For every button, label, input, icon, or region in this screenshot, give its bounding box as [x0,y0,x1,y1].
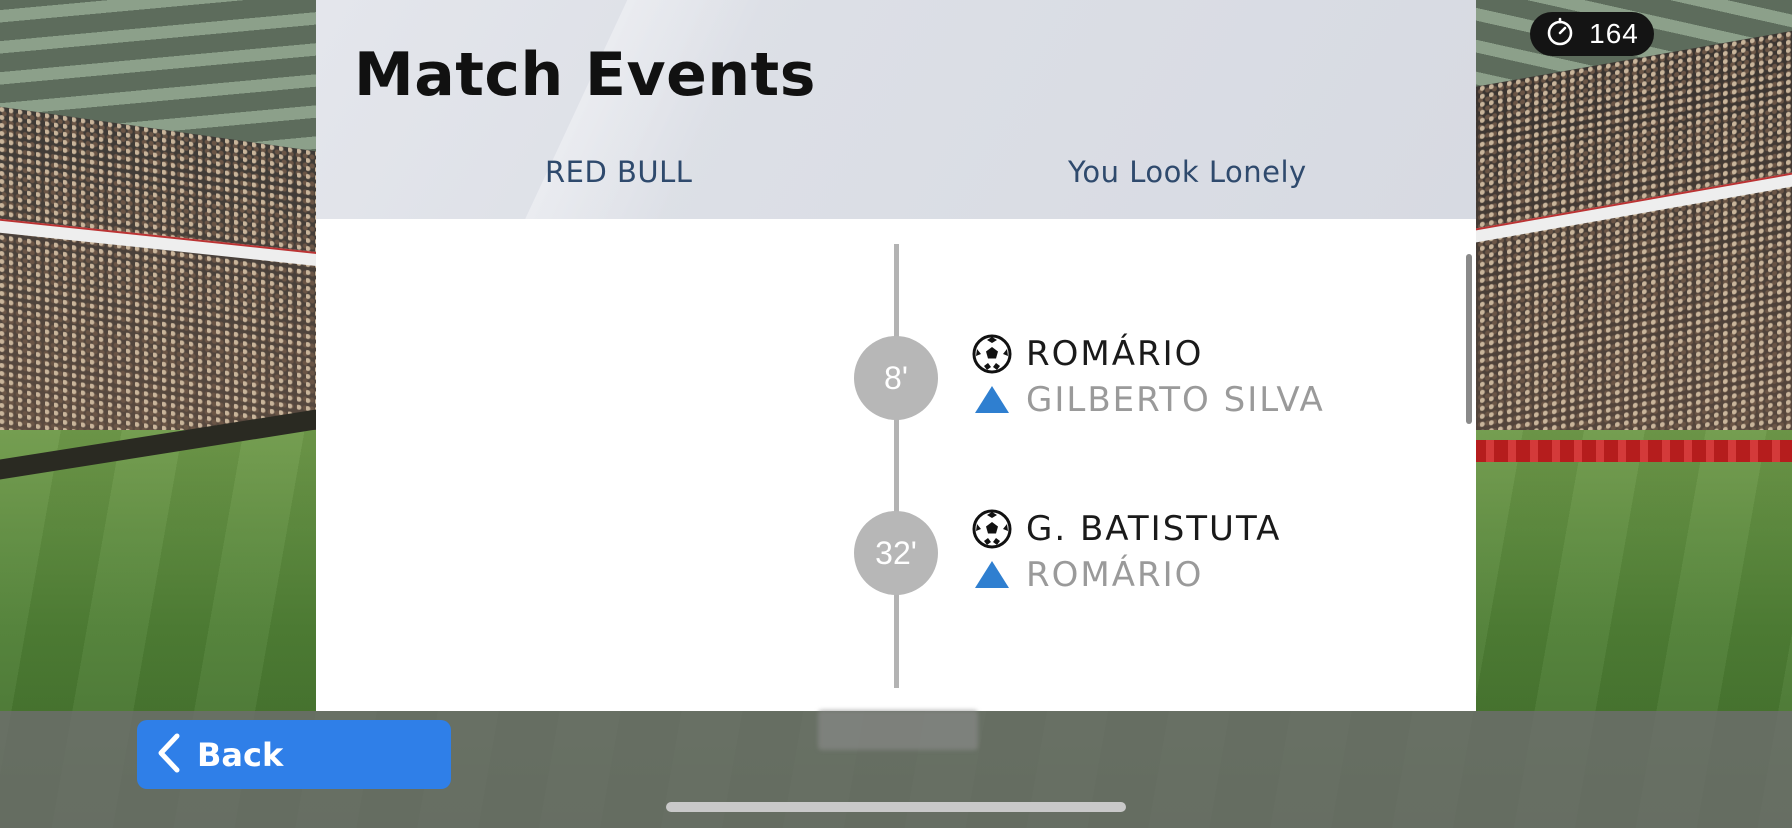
event-scorer-row: ROMÁRIO [972,334,1203,374]
assist-triangle-icon [972,555,1012,595]
scrollbar[interactable] [1466,254,1472,424]
assist-name: GILBERTO SILVA [1026,380,1325,420]
chevron-left-icon [155,732,183,777]
background-ghost-element [818,710,978,750]
event-minute-badge: 32' [854,511,938,595]
back-button-label: Back [197,735,284,774]
crowd-right [1462,30,1792,490]
football-icon [972,334,1012,374]
event-minute-badge: 8' [854,336,938,420]
timer-value: 164 [1589,18,1639,49]
timeline-line [894,244,899,688]
back-button[interactable]: Back [137,720,451,789]
home-indicator[interactable] [666,802,1126,812]
scorer-name: G. BATISTUTA [1026,509,1282,549]
pitch-boards-right [1472,440,1792,462]
assist-triangle-icon [972,380,1012,420]
event-assist-row: GILBERTO SILVA [972,380,1325,420]
timer-chip: 164 [1530,12,1654,56]
stopwatch-icon [1545,17,1575,51]
event-assist-row: ROMÁRIO [972,555,1203,595]
page-title: Match Events [354,40,816,110]
football-icon [972,509,1012,549]
scorer-name: ROMÁRIO [1026,334,1204,374]
match-events-panel: Match Events RED BULL You Look Lonely 8'… [316,0,1476,711]
event-scorer-row: G. BATISTUTA [972,509,1281,549]
home-team-name: RED BULL [545,155,693,189]
assist-name: ROMÁRIO [1026,555,1204,595]
panel-header: Match Events RED BULL You Look Lonely [316,0,1476,219]
away-team-name: You Look Lonely [1068,155,1307,189]
